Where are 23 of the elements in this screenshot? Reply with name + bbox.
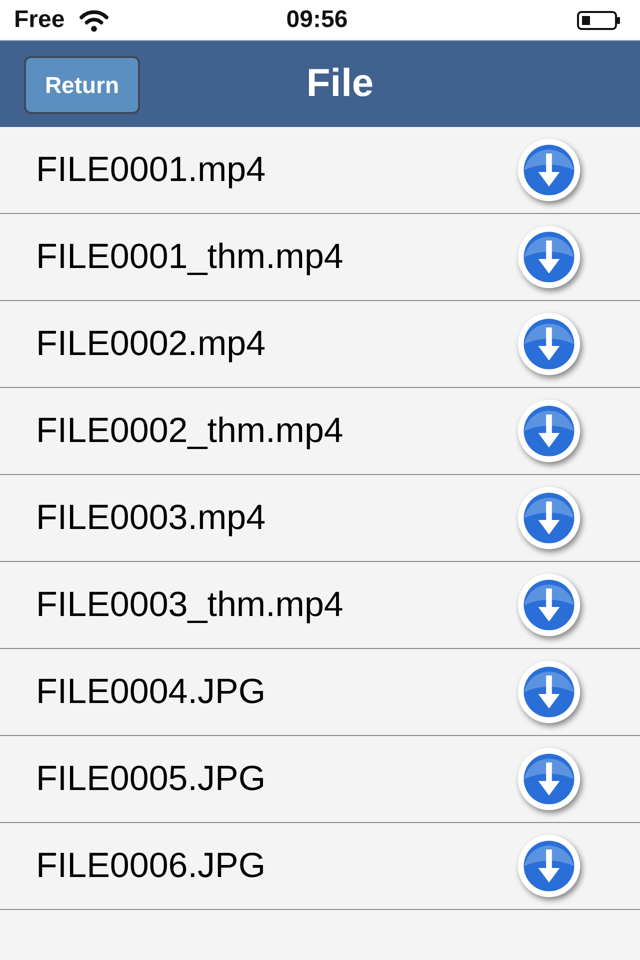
- file-name: FILE0001_thm.mp4: [36, 237, 344, 277]
- file-name: FILE0002.mp4: [36, 324, 266, 364]
- download-icon[interactable]: [515, 571, 583, 639]
- file-name: FILE0003.mp4: [36, 498, 266, 538]
- download-icon[interactable]: [515, 136, 583, 204]
- download-icon[interactable]: [515, 484, 583, 552]
- carrier-name: Free: [14, 6, 65, 34]
- file-name: FILE0005.JPG: [36, 759, 266, 799]
- battery-icon: [576, 10, 620, 30]
- file-name: FILE0002_thm.mp4: [36, 411, 344, 451]
- download-icon[interactable]: [515, 397, 583, 465]
- file-name: FILE0004.JPG: [36, 672, 266, 712]
- file-name: FILE0006.JPG: [36, 846, 266, 886]
- clock-time: 09:56: [286, 6, 348, 34]
- file-name: FILE0003_thm.mp4: [36, 585, 344, 625]
- file-name: FILE0001.mp4: [36, 150, 266, 190]
- download-icon[interactable]: [515, 310, 583, 378]
- wifi-icon: [78, 8, 109, 32]
- page-title: File: [306, 62, 374, 106]
- download-icon[interactable]: [515, 832, 583, 900]
- download-icon[interactable]: [515, 745, 583, 813]
- download-icon[interactable]: [515, 223, 583, 291]
- download-icon[interactable]: [515, 658, 583, 726]
